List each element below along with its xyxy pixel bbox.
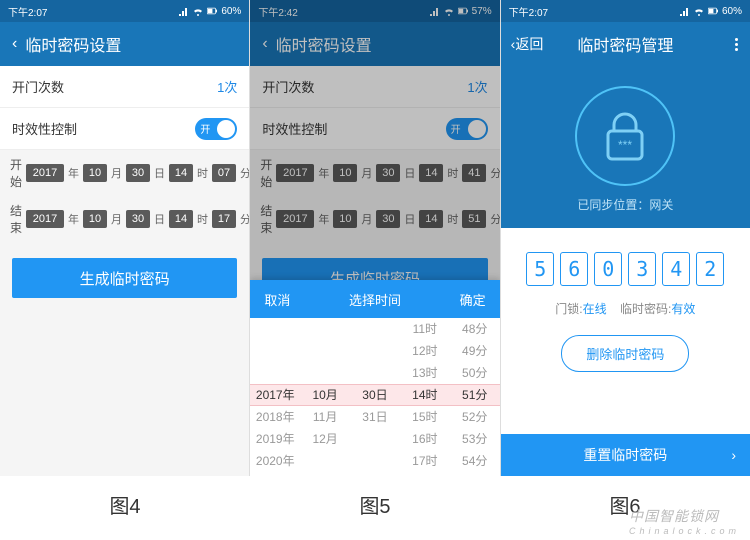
code-digit: 6 (560, 252, 588, 286)
chevron-right-icon: › (731, 447, 736, 463)
open-count-row[interactable]: 开门次数 1次 (0, 66, 249, 108)
battery-percent: 60% (221, 6, 241, 17)
caption-5: 图5 (250, 476, 500, 533)
end-label: 结束 (10, 202, 22, 236)
picker-col-year: 2017年2018年2019年2020年 (250, 318, 300, 476)
end-hour[interactable]: 14 (169, 210, 193, 228)
wifi-icon (193, 6, 203, 16)
status-bar: 下午2:07 60% (0, 0, 249, 22)
battery-percent: 60% (722, 6, 742, 17)
start-min[interactable]: 07 (212, 164, 236, 182)
back-icon[interactable]: ‹ (12, 35, 17, 53)
start-date-row: 开始 2017年 10月 30日 14时 07分 (0, 150, 249, 196)
battery-icon (708, 6, 718, 16)
end-year[interactable]: 2017 (26, 210, 64, 228)
code-digit: 3 (628, 252, 656, 286)
header-title: 临时密码设置 (25, 32, 237, 56)
code-digit: 0 (594, 252, 622, 286)
generate-button[interactable]: 生成临时密码 (12, 258, 237, 298)
code-digit: 4 (662, 252, 690, 286)
password-body: 5 6 0 3 4 2 门锁:在线 临时密码:有效 删除临时密码 重置临时密码 … (501, 228, 750, 476)
status-line: 门锁:在线 临时密码:有效 (555, 300, 695, 317)
start-date-row: 开始 2017年 10月 30日 14时 41分 (250, 150, 499, 196)
start-hour[interactable]: 14 (169, 164, 193, 182)
picker-wheel[interactable]: 2017年2018年2019年2020年 10月11月12月 30日31日 11… (250, 318, 499, 476)
app-header: ‹ 临时密码设置 (250, 22, 499, 66)
lock-status-panel: *** 已同步位置：网关 (501, 66, 750, 228)
header-title: 临时密码设置 (276, 32, 488, 56)
open-count-value: 1次 (217, 77, 237, 96)
screen-6: 下午2:07 60% ‹返回 临时密码管理 *** 已同步位置：网关 5 (500, 0, 750, 476)
battery-icon (458, 6, 468, 16)
signal-icon (680, 6, 690, 16)
status-time: 下午2:07 (509, 4, 548, 19)
picker-header: 取消 选择时间 确定 (250, 280, 499, 318)
end-month[interactable]: 10 (83, 210, 107, 228)
signal-icon (179, 6, 189, 16)
start-label: 开始 (10, 156, 22, 190)
screen-4: 下午2:07 60% ‹ 临时密码设置 开门次数 1次 时效性控制 开 开始 2… (0, 0, 249, 476)
watermark: 中国智能锁网Chinalock.com (629, 506, 740, 536)
lock-icon: *** (575, 86, 675, 186)
status-bar: 下午2:07 60% (501, 0, 750, 22)
delete-password-button[interactable]: 删除临时密码 (561, 335, 689, 372)
signal-icon (430, 6, 440, 16)
battery-icon (207, 6, 217, 16)
svg-text:***: *** (618, 138, 632, 152)
menu-dots-icon[interactable] (735, 38, 738, 51)
time-control-row: 时效性控制 开 (0, 108, 249, 150)
start-year[interactable]: 2017 (26, 164, 64, 182)
back-button[interactable]: ‹返回 (511, 34, 544, 54)
time-control-toggle: 开 (446, 118, 488, 140)
status-time: 下午2:42 (258, 4, 297, 19)
time-control-toggle[interactable]: 开 (195, 118, 237, 140)
reset-password-button[interactable]: 重置临时密码 › (501, 434, 750, 476)
status-time: 下午2:07 (8, 4, 47, 19)
status-bar: 下午2:42 57% (250, 0, 499, 22)
back-icon[interactable]: ‹ (262, 35, 267, 53)
app-header: ‹返回 临时密码管理 (501, 22, 750, 66)
battery-percent: 57% (472, 6, 492, 17)
time-picker-sheet: 取消 选择时间 确定 2017年2018年2019年2020年 10月11月12… (250, 280, 499, 476)
password-code: 5 6 0 3 4 2 (526, 252, 724, 286)
start-day[interactable]: 30 (126, 164, 150, 182)
end-min[interactable]: 17 (212, 210, 236, 228)
wifi-icon (694, 6, 704, 16)
code-digit: 2 (696, 252, 724, 286)
start-month[interactable]: 10 (83, 164, 107, 182)
picker-confirm[interactable]: 确定 (460, 290, 486, 309)
sync-status: 已同步位置：网关 (577, 196, 673, 213)
end-date-row: 结束 2017年 10月 30日 14时 51分 (250, 196, 499, 242)
time-control-label: 时效性控制 (12, 119, 195, 138)
open-count-label: 开门次数 (12, 77, 217, 96)
time-control-row: 时效性控制 开 (250, 108, 499, 150)
code-digit: 5 (526, 252, 554, 286)
wifi-icon (444, 6, 454, 16)
caption-4: 图4 (0, 476, 250, 533)
screen-5: 下午2:42 57% ‹ 临时密码设置 开门次数 1次 时效性控制 开 (249, 0, 499, 476)
open-count-row: 开门次数 1次 (250, 66, 499, 108)
end-date-row: 结束 2017年 10月 30日 14时 17分 (0, 196, 249, 242)
picker-cancel[interactable]: 取消 (264, 290, 290, 309)
app-header: ‹ 临时密码设置 (0, 22, 249, 66)
end-day[interactable]: 30 (126, 210, 150, 228)
header-title: 临时密码管理 (577, 32, 673, 56)
